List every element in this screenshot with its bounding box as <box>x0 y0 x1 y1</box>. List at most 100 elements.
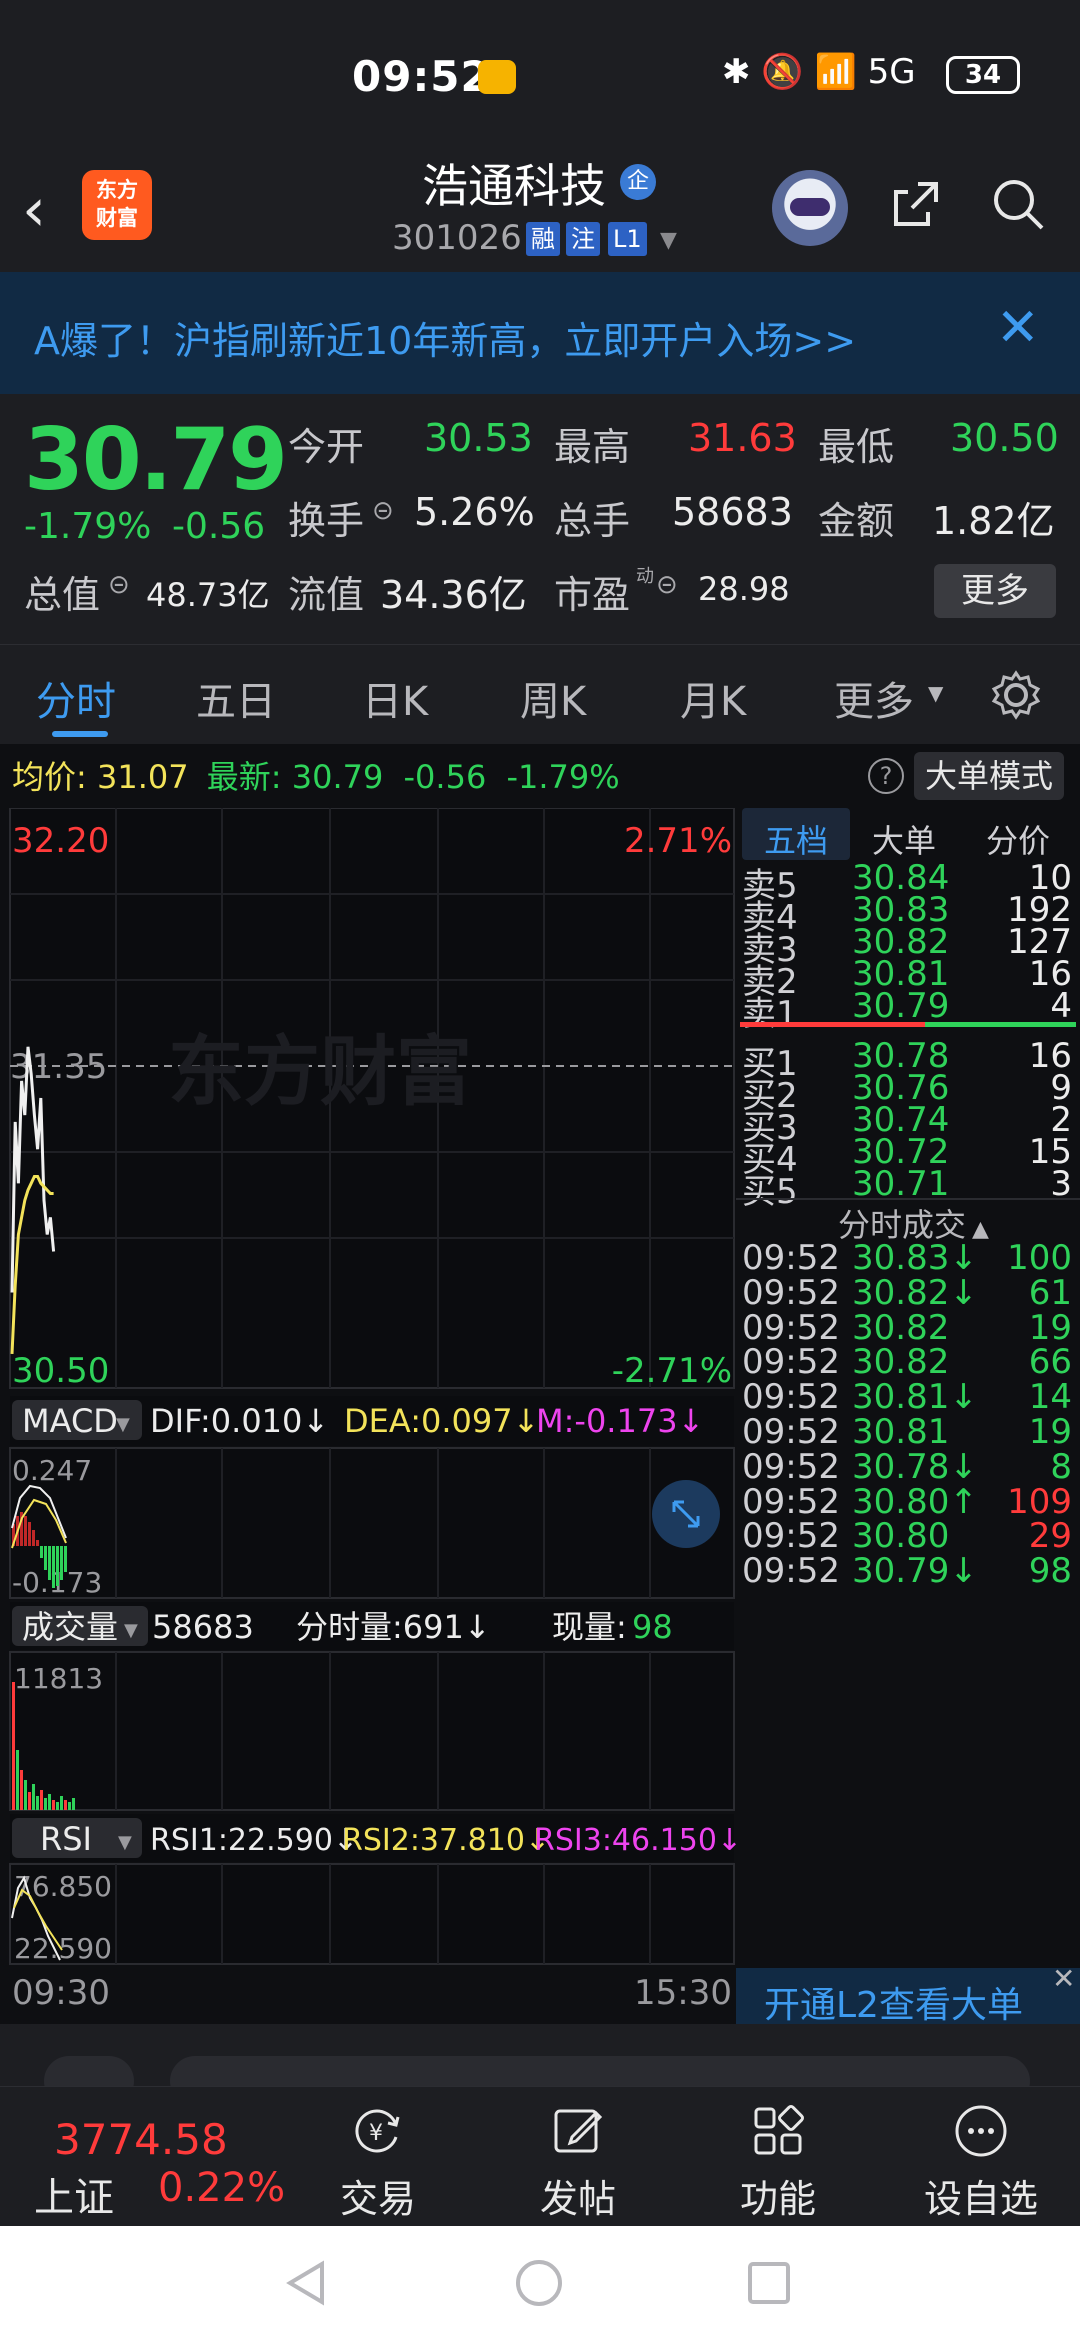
tick-row: 09:52 30.81↓ 14 <box>736 1377 1080 1417</box>
big-order-mode-button[interactable]: 大单模式 <box>914 752 1064 800</box>
active-tab-indicator <box>52 731 108 737</box>
tab-five-levels[interactable]: 五档 <box>764 816 828 862</box>
chevron-down-icon[interactable]: ▼ <box>116 1414 130 1435</box>
bid-row[interactable]: 买1 30.78 16 <box>736 1036 1080 1084</box>
nav-add-watchlist[interactable]: 设自选 <box>906 2103 1056 2223</box>
tab-price-distribution[interactable]: 分价 <box>986 816 1050 862</box>
chevron-down-icon[interactable]: ▼ <box>124 1620 138 1641</box>
ask-row[interactable]: 卖2 30.81 16 <box>736 954 1080 1002</box>
macd-label[interactable]: MACD <box>22 1402 118 1440</box>
ask-row[interactable]: 卖3 30.82 127 <box>736 922 1080 970</box>
tick-row: 09:52 30.82↓ 61 <box>736 1273 1080 1313</box>
tab-more[interactable]: 更多 <box>834 669 914 727</box>
macd-top: 0.247 <box>12 1454 92 1487</box>
caret-up-icon[interactable] <box>130 2087 150 2099</box>
nav-functions[interactable]: 功能 <box>718 2103 838 2223</box>
volume-total: 58683 <box>152 1608 254 1646</box>
close-icon[interactable]: ✕ <box>996 298 1040 358</box>
tab-five-day[interactable]: 五日 <box>196 669 276 727</box>
avg-value: 31.07 <box>96 758 189 796</box>
info-icon[interactable]: ⊝ <box>108 570 130 600</box>
rsi-label[interactable]: RSI <box>40 1820 92 1858</box>
volume-label[interactable]: 成交量 <box>22 1608 118 1646</box>
system-nav-bar <box>0 2226 1080 2340</box>
info-icon[interactable]: ⊝ <box>656 570 678 600</box>
latest-chg-amt: -0.56 <box>403 758 487 796</box>
volume-value: 58683 <box>672 490 793 534</box>
stock-name: 浩通科技 <box>422 159 606 213</box>
volume-bar <box>32 1784 35 1810</box>
macd-bar <box>36 1540 39 1546</box>
home-circle-icon[interactable] <box>514 2258 564 2308</box>
back-icon[interactable]: ‹ <box>22 180 46 240</box>
tab-weekly-k[interactable]: 周K <box>520 669 586 727</box>
back-triangle-icon[interactable] <box>282 2258 332 2308</box>
intraday-chart[interactable]: 东方财富 32.20 31.35 30.50 2.71% -2.71% MACD… <box>0 808 736 2028</box>
tab-intraday[interactable]: 分时 <box>36 669 116 727</box>
open-value: 30.53 <box>424 416 533 460</box>
grid-icon <box>754 2105 804 2155</box>
tab-big-orders[interactable]: 大单 <box>872 816 936 862</box>
help-icon[interactable]: ? <box>868 758 904 794</box>
pe-dynamic-mark: 动 <box>636 566 654 587</box>
assistant-robot-icon[interactable] <box>772 170 848 246</box>
search-icon[interactable] <box>990 176 1046 232</box>
macd-bar <box>32 1530 35 1546</box>
chevron-down-icon[interactable]: ▼ <box>660 228 677 253</box>
nav-post[interactable]: 发帖 <box>518 2103 638 2223</box>
order-book: 五档 大单 分价 卖5 30.84 10 卖4 30.83 192 卖3 30.82 127 卖2… <box>736 808 1080 2028</box>
ask-row[interactable]: 卖4 30.83 192 <box>736 890 1080 938</box>
float-mcap-value: 34.36亿 <box>380 573 527 617</box>
stock-code: 301026 <box>392 218 522 258</box>
close-icon[interactable]: ✕ <box>1052 1962 1075 1995</box>
tab-daily-k[interactable]: 日K <box>362 669 428 727</box>
l2-button-label[interactable]: 开通L2查看大单 <box>764 1976 1023 2028</box>
settings-gear-icon[interactable] <box>990 669 1042 721</box>
ask-row[interactable]: 卖1 30.79 4 <box>736 986 1080 1034</box>
bid-row[interactable]: 买4 30.72 15 <box>736 1132 1080 1180</box>
volume-bar <box>52 1800 55 1810</box>
more-button[interactable]: 更多 <box>934 564 1056 618</box>
latest-chg-pct: -1.79% <box>506 758 620 796</box>
nav-trade[interactable]: ¥ 交易 <box>318 2103 438 2223</box>
float-mcap-label: 流值 <box>288 573 365 617</box>
promo-banner[interactable]: A爆了！沪指刷新近10年新高，立即开户入场>> ✕ <box>0 272 1080 394</box>
chevron-down-icon[interactable]: ▼ <box>928 681 943 705</box>
share-icon[interactable] <box>888 176 944 232</box>
info-icon[interactable]: ⊝ <box>372 496 394 526</box>
pe-label: 市盈 <box>554 573 631 617</box>
level-volume: 4 <box>1050 986 1072 1026</box>
time-end: 15:30 <box>634 1973 732 2013</box>
index-value[interactable]: 3774.58 <box>54 2115 228 2164</box>
bid-row[interactable]: 买2 30.76 9 <box>736 1068 1080 1116</box>
low-label: 最低 <box>818 425 895 469</box>
tab-monthly-k[interactable]: 月K <box>680 669 746 727</box>
bid-row[interactable]: 买3 30.74 2 <box>736 1100 1080 1148</box>
index-pct[interactable]: 0.22% <box>158 2165 285 2211</box>
volume-label: 总手 <box>554 499 631 543</box>
recents-square-icon[interactable] <box>744 2258 794 2308</box>
ask-row[interactable]: 卖5 30.84 10 <box>736 858 1080 906</box>
last-price: 30.79 <box>24 410 288 510</box>
level-tag[interactable]: L1 <box>608 222 647 256</box>
app-logo: 东方 财富 <box>82 170 152 240</box>
more-dots-icon <box>955 2105 1007 2157</box>
volume-bar <box>64 1800 67 1810</box>
volume-bar <box>20 1770 23 1810</box>
battery-icon: 34 <box>946 56 1020 94</box>
bid-row[interactable]: 买5 30.71 3 <box>736 1164 1080 1212</box>
mcap-label: 总值 <box>24 573 101 617</box>
open-l2-button[interactable]: 开通L2查看大单 ✕ <box>736 1962 1080 2028</box>
tick-row: 09:52 30.82 66 <box>736 1342 1080 1382</box>
chevron-down-icon[interactable]: ▼ <box>118 1832 132 1853</box>
promo-text[interactable]: A爆了！沪指刷新近10年新高，立即开户入场>> <box>34 310 856 365</box>
y-top-label: 32.20 <box>12 821 109 861</box>
index-name[interactable]: 上证 <box>34 2165 114 2223</box>
edit-post-icon <box>554 2109 603 2153</box>
level-label: 买5 <box>742 1172 798 1212</box>
now-volume: 98 <box>632 1608 673 1646</box>
macd-bar <box>28 1522 31 1546</box>
turnover-value: 5.26% <box>414 490 535 534</box>
level-price: 30.79 <box>852 986 950 1026</box>
margin-tag: 融 <box>526 222 560 256</box>
